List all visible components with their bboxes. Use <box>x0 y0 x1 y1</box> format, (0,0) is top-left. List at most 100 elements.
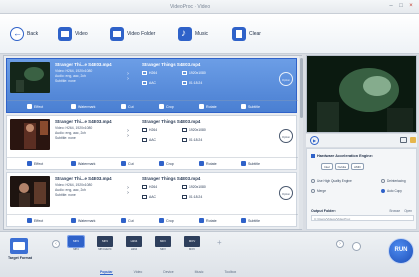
crop-icon <box>159 161 164 166</box>
effect-button[interactable]: Effect <box>27 218 43 223</box>
watermark-button[interactable]: Watermark <box>71 161 95 166</box>
resolution-icon <box>182 128 187 132</box>
format-tile-icon: H264 <box>126 236 142 247</box>
crop-button[interactable]: Crop <box>159 161 174 166</box>
next-format-arrow-icon[interactable]: › <box>336 240 344 248</box>
source-audio-info: Audio: eng, aac, 2ch <box>55 131 86 135</box>
rotate-button[interactable]: Rotate <box>199 218 217 223</box>
watermark-button[interactable]: Watermark <box>71 218 95 223</box>
crop-button[interactable]: Crop <box>159 218 174 223</box>
high-quality-checkbox[interactable] <box>311 179 315 183</box>
watermark-button[interactable]: Watermark <box>71 104 95 109</box>
scissors-icon <box>121 161 126 166</box>
list-scrollbar[interactable] <box>299 56 303 229</box>
output-path-field[interactable]: C:/Users/Videos/VideoProc <box>311 215 414 221</box>
add-music-button[interactable]: Music <box>178 26 208 42</box>
rotate-icon <box>199 104 204 109</box>
clock-icon <box>182 81 187 85</box>
output-resolution: 1920x1080 <box>182 128 206 132</box>
effect-label: Effect <box>34 104 44 109</box>
snapshot-camera-icon[interactable] <box>400 137 407 143</box>
format-tile-icon: MOV <box>184 236 200 247</box>
format-tile[interactable]: H264 H264 <box>124 236 144 254</box>
subtitle-button[interactable]: Subtitle <box>241 104 260 109</box>
format-tile-label: MP4 HEVC <box>98 248 112 251</box>
video-folder-icon <box>110 27 124 41</box>
add-format-plus-icon[interactable]: + <box>217 238 222 247</box>
merge-checkbox[interactable] <box>311 189 315 193</box>
back-label: Back <box>27 31 39 37</box>
rotate-icon <box>199 161 204 166</box>
edit-actions: Effect Watermark Cut Crop Rotate Subtitl… <box>7 157 298 169</box>
auto-copy-option[interactable]: Auto Copy <box>381 189 402 193</box>
open-button[interactable]: Open <box>404 209 412 213</box>
tab-toolbox[interactable]: Toolbox <box>224 270 236 275</box>
subtitle-label: Subtitle <box>248 161 260 166</box>
effect-button[interactable]: Effect <box>27 161 43 166</box>
play-icon[interactable]: ▶ <box>310 136 319 145</box>
maximize-icon[interactable]: □ <box>397 3 405 10</box>
hw-accel-checkbox[interactable] <box>311 154 315 158</box>
video-label: Video <box>75 31 88 37</box>
target-format-icon <box>10 238 28 254</box>
close-icon[interactable]: × <box>407 3 415 10</box>
output-filename[interactable]: Stranger Things S4E03.mp4 <box>142 119 200 124</box>
add-video-button[interactable]: Video <box>58 26 88 42</box>
add-video-folder-button[interactable]: Video Folder <box>110 26 155 42</box>
run-button[interactable]: RUN <box>388 238 414 264</box>
clear-button[interactable]: Clear <box>232 26 261 42</box>
chip-intel[interactable]: Intel <box>321 163 333 170</box>
auto-copy-checkbox[interactable] <box>381 189 385 193</box>
cut-button[interactable]: Cut <box>121 218 134 223</box>
tab-device[interactable]: Device <box>163 270 173 275</box>
list-item[interactable]: Stranger Thi...e S4E03.mp4 Video: H264, … <box>6 172 298 227</box>
thumbnail-scene <box>10 62 50 93</box>
format-tile[interactable]: MP4 MP4 <box>66 235 86 254</box>
cut-button[interactable]: Cut <box>121 161 134 166</box>
convert-arrow-icon: › › <box>127 71 129 82</box>
effect-button[interactable]: Effect <box>27 104 43 109</box>
prev-format-arrow-icon[interactable]: ‹ <box>52 240 60 248</box>
codec-option-button[interactable]: Option <box>279 129 293 143</box>
format-tile[interactable]: MOV MOV <box>182 236 202 254</box>
list-item[interactable]: Stranger Thi...e S4E03.mp4 Video: H264, … <box>6 58 298 113</box>
format-tile-label: MOV <box>189 248 195 251</box>
browse-button[interactable]: Browse <box>390 209 401 213</box>
subtitle-button[interactable]: Subtitle <box>241 161 260 166</box>
watermark-icon <box>71 104 76 109</box>
cut-button[interactable]: Cut <box>121 104 134 109</box>
music-icon <box>178 27 192 41</box>
chip-nvidia[interactable]: Nvidia <box>334 163 350 170</box>
output-filename[interactable]: Stranger Things S4E03.mp4 <box>142 176 200 181</box>
video-list[interactable]: Stranger Thi...e S4E03.mp4 Video: H264, … <box>3 55 303 230</box>
open-folder-icon[interactable] <box>410 137 416 143</box>
format-tile[interactable]: MP4 MP4 HEVC <box>95 236 115 254</box>
settings-gear-icon[interactable] <box>352 242 361 251</box>
high-quality-option[interactable]: Use High Quality Engine <box>311 179 352 183</box>
codec-option-button[interactable]: Option <box>279 72 293 86</box>
rotate-button[interactable]: Rotate <box>199 161 217 166</box>
chip-amd[interactable]: AMD <box>351 163 364 170</box>
list-item[interactable]: Stranger Thi...e S4E03.mp4 Video: H264, … <box>6 115 298 170</box>
source-video-info: Video: H264, 1920x1080 <box>55 69 93 73</box>
output-audio-text: AAC <box>149 81 156 85</box>
tab-video[interactable]: Video <box>134 270 143 275</box>
tab-music[interactable]: Music <box>195 270 204 275</box>
scrollbar-thumb[interactable] <box>299 58 303 118</box>
merge-option[interactable]: Merge <box>311 189 326 193</box>
minimize-icon[interactable]: – <box>387 3 395 10</box>
deinterlacing-option[interactable]: Deinterlacing <box>381 179 406 183</box>
format-tile[interactable]: MKV MKV <box>153 236 173 254</box>
subtitle-button[interactable]: Subtitle <box>241 218 260 223</box>
output-duration: 01:18:24 <box>182 138 202 142</box>
rotate-button[interactable]: Rotate <box>199 104 217 109</box>
output-audio: AAC <box>142 138 156 142</box>
crop-button[interactable]: Crop <box>159 104 174 109</box>
subtitle-icon <box>241 104 246 109</box>
codec-option-button[interactable]: Option <box>279 186 293 200</box>
deinterlacing-checkbox[interactable] <box>381 179 385 183</box>
format-category-tabs: Popular Video Device Music Toolbox <box>100 270 236 275</box>
back-button[interactable]: Back <box>10 26 38 42</box>
tab-popular[interactable]: Popular <box>100 270 113 275</box>
output-filename[interactable]: Stranger Things S4E03.mp4 <box>142 62 200 67</box>
